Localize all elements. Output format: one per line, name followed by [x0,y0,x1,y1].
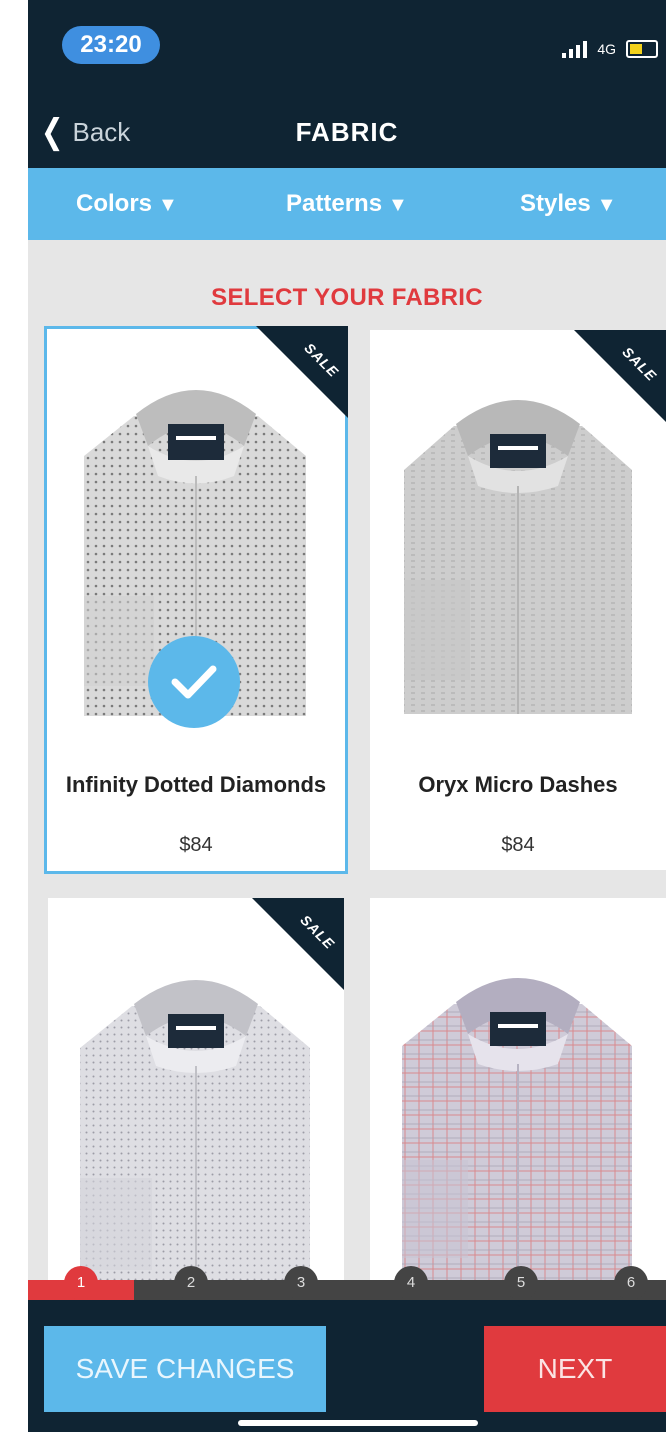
fabric-card[interactable]: SALE Oryx Micro Dashes $84 [370,330,666,870]
status-time: 23:20 [62,26,160,64]
step-2[interactable]: 2 [174,1266,208,1300]
filter-patterns-label: Patterns [286,190,383,217]
triangle-down-icon: ▼ [158,194,178,216]
filter-styles-button[interactable]: Styles ▼ [520,190,617,218]
filter-bar: Colors ▼ Patterns ▼ Styles ▼ [28,168,666,240]
shirt-image [402,978,632,1298]
app-screen: 23:20 4G ❮ Back FABRIC Colors ▼ Patterns ▼… [28,0,666,1432]
fabric-name: Infinity Dotted Diamonds [65,772,327,797]
page-title: FABRIC [295,117,399,147]
step-progress: 1 2 3 4 5 6 [28,1266,666,1300]
header: 23:20 4G ❮ Back FABRIC [28,0,666,168]
home-indicator [238,1420,478,1426]
check-icon [148,636,240,728]
step-1[interactable]: 1 [64,1266,98,1300]
fabric-card[interactable]: SALE Infinity Dotted Diamonds $84 [44,326,348,874]
step-3[interactable]: 3 [284,1266,318,1300]
next-button[interactable]: NEXT [484,1326,666,1412]
fabric-card[interactable]: SALE [48,898,344,1298]
filter-colors-button[interactable]: Colors ▼ [76,190,178,218]
network-label: 4G [597,41,616,57]
filter-colors-label: Colors [76,190,153,217]
triangle-down-icon: ▼ [388,194,408,216]
triangle-down-icon: ▼ [596,194,617,216]
battery-icon [626,40,658,58]
step-4[interactable]: 4 [394,1266,428,1300]
fabric-price: $84 [179,834,213,856]
section-title: SELECT YOUR FABRIC [211,284,483,311]
fabric-card[interactable] [370,898,666,1298]
filter-patterns-button[interactable]: Patterns ▼ [286,190,408,218]
bottom-action-bar: SAVE CHANGES NEXT [28,1300,666,1432]
filter-styles-label: Styles [520,190,591,217]
step-5[interactable]: 5 [504,1266,538,1300]
step-6[interactable]: 6 [614,1266,648,1300]
fabric-price: $84 [501,834,535,856]
save-changes-button[interactable]: SAVE CHANGES [44,1326,326,1412]
signal-icon [562,40,588,58]
status-icons: 4G [562,40,658,58]
fabric-name: Oryx Micro Dashes [418,772,618,797]
